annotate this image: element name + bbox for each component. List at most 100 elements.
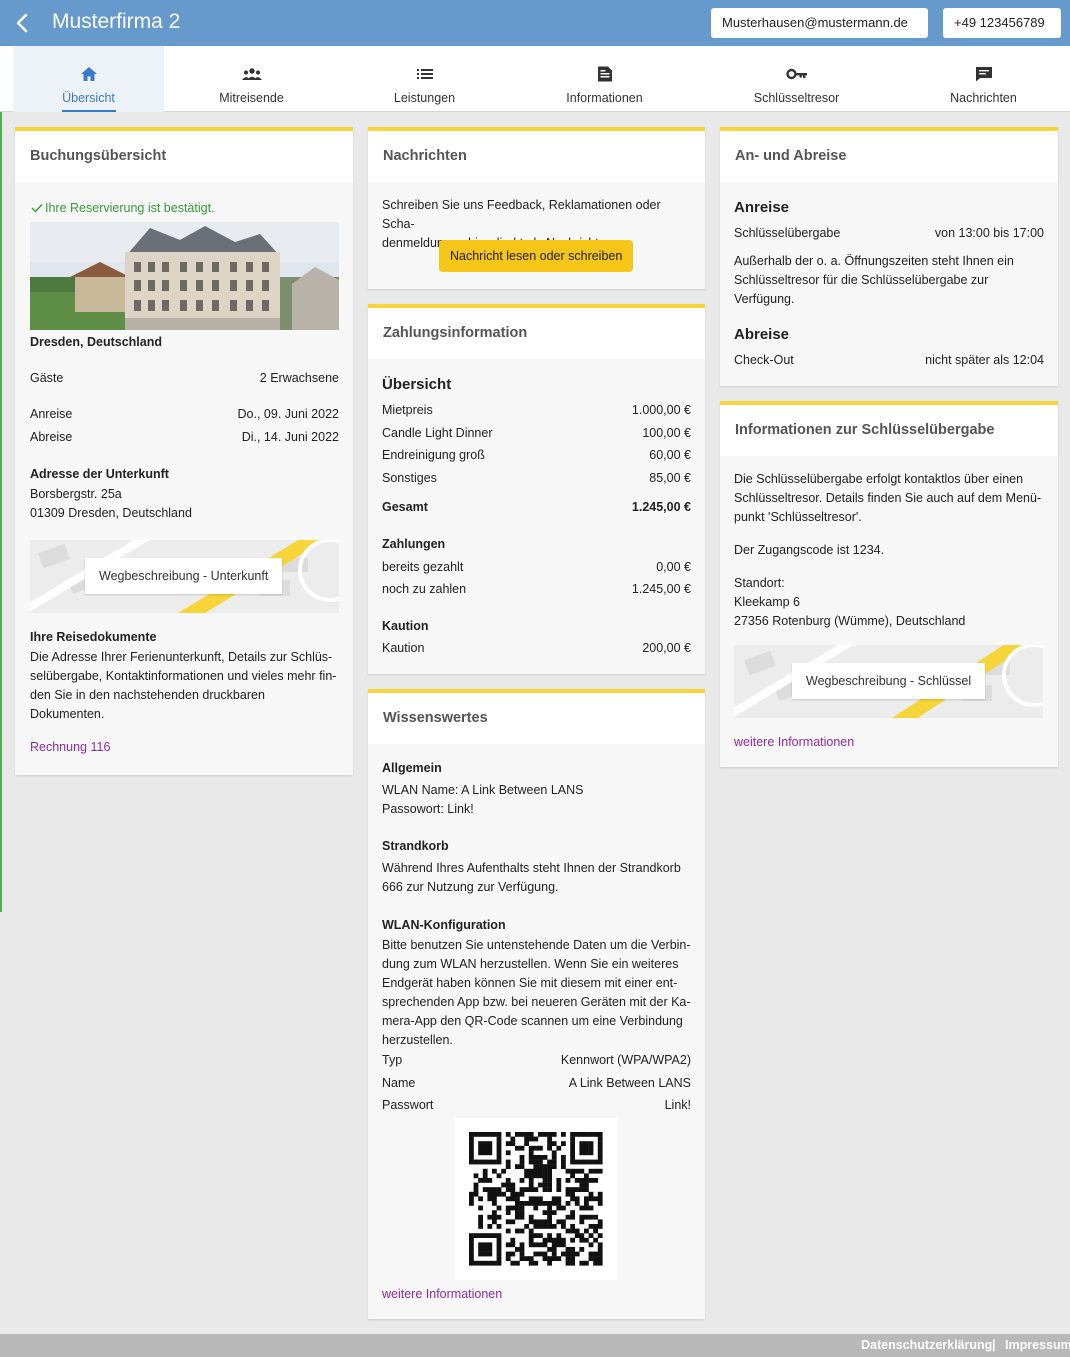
qr-module	[487, 1159, 493, 1165]
qr-module	[547, 1168, 552, 1174]
qr-module	[538, 1242, 543, 1248]
qr-module	[588, 1132, 594, 1137]
qr-module	[547, 1164, 552, 1169]
qr-module	[597, 1196, 603, 1202]
email-button[interactable]: Musterhausen@mustermann.de	[711, 8, 928, 38]
directions-accommodation-button[interactable]: Wegbeschreibung - Unterkunft	[85, 558, 283, 594]
qr-module	[487, 1178, 493, 1183]
qr-module	[542, 1242, 548, 1248]
qr-module	[533, 1224, 539, 1229]
key-map-preview[interactable]: Wegbeschreibung - Schlüssel	[734, 645, 1043, 718]
qr-module	[469, 1132, 474, 1137]
beach-text: Während Ihres Aufenthalts steht Ihnen de…	[382, 859, 694, 897]
payment-item-value: 60,00 €	[649, 448, 691, 462]
active-tab-indicator	[61, 110, 116, 112]
qr-module	[551, 1224, 557, 1229]
info-card: Wissenswertes Allgemein WLAN Name: A Lin…	[368, 689, 705, 1319]
qr-module	[542, 1164, 548, 1169]
qr-module	[505, 1205, 511, 1211]
qr-module	[482, 1159, 488, 1165]
qr-module	[597, 1247, 603, 1252]
qr-module	[533, 1136, 539, 1142]
qr-module	[542, 1210, 548, 1215]
qr-module	[478, 1247, 483, 1252]
phone-button[interactable]: +49 123456789	[943, 8, 1061, 38]
qr-module	[584, 1187, 589, 1192]
qr-module	[593, 1196, 598, 1202]
qr-module	[584, 1150, 589, 1156]
qr-module	[519, 1132, 525, 1137]
imprint-link[interactable]: Impressum	[1005, 1338, 1070, 1352]
qr-module	[597, 1233, 603, 1238]
qr-module	[570, 1173, 575, 1179]
qr-module	[487, 1251, 493, 1257]
qr-module	[584, 1237, 589, 1243]
qr-module	[556, 1145, 562, 1151]
qr-module	[588, 1256, 594, 1261]
qr-module	[478, 1145, 483, 1151]
read-write-message-button[interactable]: Nachricht lesen oder schreiben	[439, 240, 634, 272]
qr-module	[584, 1173, 589, 1179]
paid-value: 0,00 €	[656, 560, 691, 574]
tab-informationen[interactable]: Informationen	[529, 46, 680, 112]
qr-module	[519, 1228, 525, 1234]
qr-module	[482, 1168, 488, 1174]
arrival-card: An- und Abreise Anreise Schlüsselübergab…	[720, 127, 1058, 386]
guests-value: 2 Erwachsene	[259, 371, 339, 385]
map-preview[interactable]: Wegbeschreibung - Unterkunft	[30, 540, 339, 613]
qr-module	[538, 1145, 543, 1151]
qr-module	[501, 1168, 506, 1174]
qr-module	[469, 1237, 474, 1243]
qr-module	[469, 1251, 474, 1257]
qr-module	[570, 1256, 575, 1261]
qr-module	[469, 1150, 474, 1156]
qr-module	[496, 1260, 502, 1266]
qr-module	[473, 1260, 479, 1266]
left-accent-line	[0, 46, 2, 912]
qr-module	[542, 1155, 548, 1160]
payment-item-value: 1.000,00 €	[631, 403, 691, 417]
access-code-text: Der Zugangscode ist 1234.	[734, 543, 885, 557]
qr-module	[556, 1182, 562, 1188]
key-more-info-link[interactable]: weitere Informationen	[734, 735, 854, 749]
deposit-title: Kaution	[382, 619, 429, 633]
tab-nachrichten[interactable]: Nachrichten	[908, 46, 1059, 112]
qr-module	[542, 1256, 548, 1261]
qr-module	[579, 1150, 585, 1156]
qr-module	[524, 1173, 529, 1179]
privacy-link[interactable]: Datenschutzerklärung	[861, 1338, 992, 1352]
qr-module	[473, 1191, 479, 1197]
qr-module	[533, 1173, 539, 1179]
tab-uebersicht[interactable]: Übersicht	[13, 46, 164, 112]
qr-module	[556, 1196, 562, 1202]
qr-module	[579, 1178, 585, 1183]
qr-module	[496, 1191, 502, 1197]
qr-module	[561, 1242, 566, 1248]
qr-module	[561, 1159, 566, 1165]
qr-module	[487, 1242, 493, 1248]
address-line1: Borsbergstr. 25a	[30, 487, 122, 501]
tab-schluesseltresor[interactable]: Schlüsseltresor	[721, 46, 872, 112]
qr-module	[496, 1187, 502, 1192]
tab-leistungen[interactable]: Leistungen	[349, 46, 500, 112]
qr-module	[579, 1141, 585, 1146]
qr-module	[519, 1159, 525, 1165]
qr-module	[588, 1214, 594, 1220]
qr-module	[519, 1205, 525, 1211]
tab-mitreisende[interactable]: Mitreisende	[176, 46, 327, 112]
qr-module	[487, 1260, 493, 1266]
payment-total-label: Gesamt	[382, 500, 428, 514]
invoice-link[interactable]: Rechnung 116	[30, 740, 110, 754]
qr-module	[547, 1159, 552, 1165]
qr-module	[496, 1242, 502, 1248]
qr-module	[482, 1233, 488, 1238]
qr-module	[551, 1201, 557, 1206]
qr-module	[561, 1251, 566, 1257]
qr-module	[579, 1214, 585, 1220]
directions-key-button[interactable]: Wegbeschreibung - Schlüssel	[792, 663, 986, 699]
tab-label: Übersicht	[62, 91, 115, 105]
more-info-link[interactable]: weitere Informationen	[382, 1287, 502, 1301]
qr-module	[487, 1132, 493, 1137]
back-arrow-icon[interactable]	[10, 9, 38, 37]
qr-module	[584, 1182, 589, 1188]
